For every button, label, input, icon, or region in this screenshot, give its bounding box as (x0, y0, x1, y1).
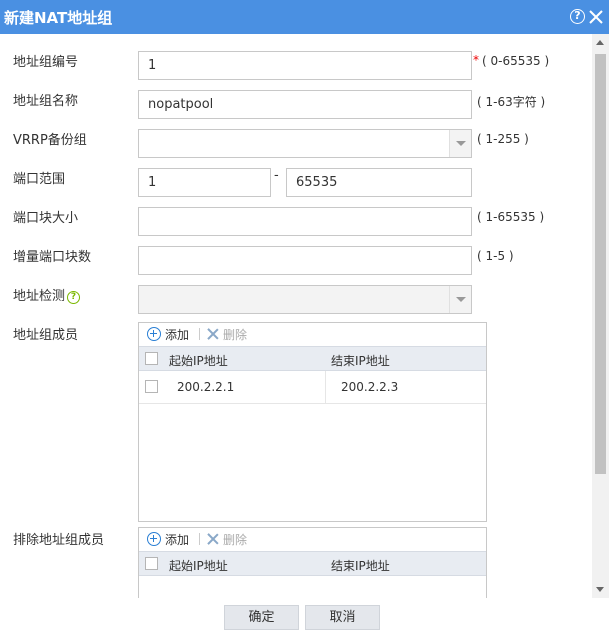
excluded-grid: 添加 删除 起始IP地址 结束IP地址 (138, 527, 487, 598)
incr-port-blocks-hint: ( 1-5 ) (477, 249, 514, 263)
dialog-titlebar: 新建NAT地址组 ? (0, 0, 609, 34)
plus-circle-icon (147, 327, 161, 341)
select-all-checkbox[interactable] (145, 557, 158, 570)
members-toolbar: 添加 删除 (139, 323, 486, 346)
start-ip-cell: 200.2.2.1 (177, 380, 235, 394)
dialog-footer: 确定 取消 (0, 598, 609, 634)
column-divider (325, 371, 326, 404)
port-range-label: 端口范围 (13, 172, 66, 187)
close-icon[interactable] (588, 9, 604, 25)
chevron-down-icon[interactable] (449, 286, 471, 313)
port-block-size-input[interactable] (138, 207, 472, 236)
excluded-label: 排除地址组成员 (13, 533, 105, 548)
group-id-label: 地址组编号 (13, 55, 79, 70)
excluded-table-header: 起始IP地址 结束IP地址 (139, 551, 486, 576)
scrollbar-thumb[interactable] (595, 54, 606, 474)
toolbar-divider (199, 328, 200, 340)
port-range-to-input[interactable]: 65535 (286, 168, 472, 197)
incr-port-blocks-input[interactable] (138, 246, 472, 275)
column-header-start-ip[interactable]: 起始IP地址 (169, 557, 228, 574)
group-name-hint: ( 1-63字符 ) (477, 95, 546, 109)
vrrp-hint: ( 1-255 ) (477, 132, 529, 146)
port-block-size-label: 端口块大小 (13, 211, 79, 226)
excluded-toolbar: 添加 删除 (139, 528, 486, 551)
members-delete-label: 删除 (223, 328, 248, 342)
delete-x-icon (207, 328, 219, 340)
members-delete-button[interactable]: 删除 (207, 326, 247, 343)
addr-detect-select[interactable] (138, 285, 472, 314)
column-header-start-ip[interactable]: 起始IP地址 (169, 352, 228, 369)
help-icon[interactable]: ? (570, 9, 585, 24)
port-range-dash: - (274, 168, 279, 183)
vertical-scrollbar[interactable] (592, 34, 609, 598)
select-all-checkbox[interactable] (145, 352, 158, 365)
group-id-hint: ( 0-65535 ) (482, 54, 550, 68)
cancel-button[interactable]: 取消 (305, 605, 380, 630)
delete-x-icon (207, 533, 219, 545)
required-mark: * (473, 53, 479, 67)
excluded-add-label: 添加 (165, 533, 190, 547)
table-row[interactable]: 200.2.2.1 200.2.2.3 (139, 371, 486, 404)
excluded-delete-button[interactable]: 删除 (207, 531, 247, 548)
addr-detect-label-row: 地址检测? (13, 285, 81, 304)
group-name-label: 地址组名称 (13, 94, 79, 109)
excluded-add-button[interactable]: 添加 (147, 531, 189, 548)
port-block-size-hint: ( 1-65535 ) (477, 210, 545, 224)
members-add-button[interactable]: 添加 (147, 326, 189, 343)
dialog-title: 新建NAT地址组 (4, 9, 113, 27)
port-range-from-input[interactable]: 1 (138, 168, 271, 197)
scroll-up-icon[interactable] (596, 40, 604, 45)
ok-button[interactable]: 确定 (224, 605, 299, 630)
chevron-down-icon[interactable] (449, 130, 471, 157)
end-ip-cell: 200.2.2.3 (341, 380, 399, 394)
addr-detect-label: 地址检测 (13, 289, 66, 304)
scroll-down-icon[interactable] (596, 587, 604, 592)
dialog-body: 地址组编号 1 * ( 0-65535 ) 地址组名称 nopatpool ( … (0, 34, 592, 598)
members-add-label: 添加 (165, 328, 190, 342)
members-grid: 添加 删除 起始IP地址 结束IP地址 200.2.2.1 200.2.2.3 (138, 322, 487, 522)
column-header-end-ip[interactable]: 结束IP地址 (331, 352, 390, 369)
plus-circle-icon (147, 532, 161, 546)
column-header-end-ip[interactable]: 结束IP地址 (331, 557, 390, 574)
excluded-delete-label: 删除 (223, 533, 248, 547)
row-checkbox[interactable] (145, 380, 158, 393)
vrrp-select[interactable] (138, 129, 472, 158)
toolbar-divider (199, 533, 200, 545)
members-table-header: 起始IP地址 结束IP地址 (139, 346, 486, 371)
group-id-input[interactable]: 1 (138, 51, 472, 80)
group-name-input[interactable]: nopatpool (138, 90, 472, 119)
members-label: 地址组成员 (13, 328, 79, 343)
incr-port-blocks-label: 增量端口块数 (13, 250, 92, 265)
question-icon[interactable]: ? (67, 291, 81, 304)
vrrp-label: VRRP备份组 (13, 133, 87, 148)
